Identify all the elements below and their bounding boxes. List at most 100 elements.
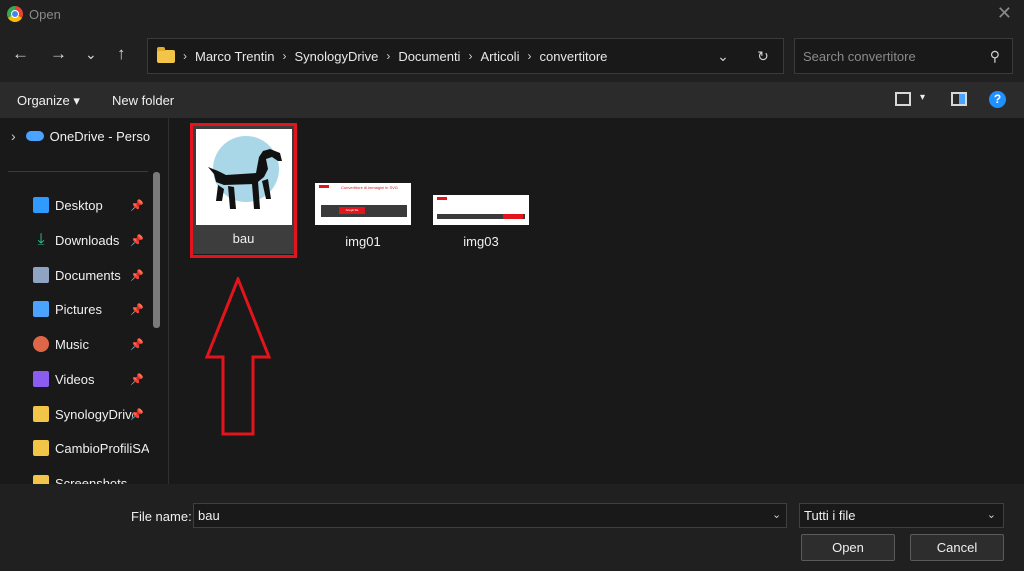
search-box: ⚲ xyxy=(794,38,1013,74)
chrome-icon xyxy=(7,6,23,22)
sidebar-item-label: Documents xyxy=(55,267,121,283)
sidebar-item-label: OneDrive - Perso xyxy=(49,128,151,144)
breadcrumb-separator: › xyxy=(183,49,187,63)
file-name: img01 xyxy=(345,234,381,249)
pin-icon: 📌 xyxy=(130,234,144,247)
thumb-button: Scegli file xyxy=(339,207,365,214)
recent-locations-button[interactable]: ⌄ xyxy=(85,43,97,65)
back-button[interactable]: ← xyxy=(12,43,29,65)
help-icon[interactable]: ? xyxy=(989,91,1006,108)
folder-icon xyxy=(33,406,49,422)
thumb-heading: Convertitore di immagini in SVG xyxy=(341,185,398,190)
sidebar-item-pictures[interactable]: Pictures 📌 xyxy=(0,292,150,326)
sidebar-item-desktop[interactable]: Desktop 📌 xyxy=(0,188,150,222)
pin-icon: 📌 xyxy=(130,408,144,421)
logo-mark xyxy=(437,197,447,200)
download-icon: ⤓ xyxy=(37,231,45,248)
sidebar-item-label: Downloads xyxy=(55,232,120,248)
folder-icon xyxy=(157,46,175,63)
file-name: bau xyxy=(232,231,255,246)
expand-chevron-icon[interactable]: › xyxy=(11,128,16,144)
new-folder-button[interactable]: New folder xyxy=(112,93,174,108)
sidebar-divider xyxy=(8,171,148,172)
breadcrumb-separator: › xyxy=(386,49,391,63)
search-icon[interactable]: ⚲ xyxy=(990,48,1000,65)
open-button[interactable]: Open xyxy=(801,534,895,561)
sidebar-item-label: SynologyDrive xyxy=(55,406,133,422)
file-type-select[interactable]: Tutti i file ⌄ xyxy=(799,503,1004,528)
file-name-label: File name: xyxy=(131,509,192,524)
music-icon xyxy=(33,336,49,352)
breadcrumb-articoli[interactable]: Articoli xyxy=(480,49,519,64)
pin-icon: 📌 xyxy=(130,199,144,212)
organize-button[interactable]: Organize ▾ xyxy=(17,93,80,109)
videos-icon xyxy=(33,371,49,387)
sidebar-item-videos[interactable]: Videos 📌 xyxy=(0,362,150,396)
folder-icon xyxy=(33,475,49,484)
thumb-button xyxy=(503,214,523,219)
pin-icon: 📌 xyxy=(130,373,144,386)
sidebar-item-label: Pictures xyxy=(55,301,102,317)
sidebar-scrollbar[interactable] xyxy=(153,172,160,328)
command-bar: Organize ▾ New folder ▾ ? xyxy=(0,82,1024,118)
file-type-value: Tutti i file xyxy=(804,508,856,523)
sidebar-item-label: Videos xyxy=(55,371,95,387)
sidebar-item-downloads[interactable]: ⤓ Downloads 📌 xyxy=(0,223,150,257)
refresh-icon[interactable]: ↻ xyxy=(743,48,783,65)
up-button[interactable]: ↑ xyxy=(117,43,126,65)
view-dropdown-icon[interactable]: ▾ xyxy=(920,92,925,103)
pin-icon: 📌 xyxy=(130,303,144,316)
folder-icon xyxy=(33,440,49,456)
navigation-pane: › OneDrive - Perso Desktop 📌 ⤓ Downloads… xyxy=(0,118,162,484)
view-options-icon[interactable] xyxy=(895,92,911,106)
search-input[interactable] xyxy=(803,48,983,64)
desktop-icon xyxy=(33,197,49,213)
file-item-bau[interactable]: bau xyxy=(193,126,294,254)
breadcrumb-separator: › xyxy=(468,49,473,63)
file-name-input[interactable] xyxy=(193,503,787,528)
pane-divider xyxy=(168,118,169,484)
sidebar-item-screenshots[interactable]: Screenshots xyxy=(0,466,150,484)
pin-icon: 📌 xyxy=(130,338,144,351)
breadcrumb-documenti[interactable]: Documenti xyxy=(398,49,460,64)
pin-icon: 📌 xyxy=(130,269,144,282)
breadcrumb-convertitore[interactable]: convertitore xyxy=(539,49,607,64)
close-icon[interactable]: ✕ xyxy=(997,4,1012,22)
sidebar-item-label: CambioProfiliSA xyxy=(55,440,149,456)
file-thumbnail xyxy=(433,195,529,225)
sidebar-item-onedrive[interactable]: › OneDrive - Perso xyxy=(0,119,162,153)
file-item-img01[interactable]: Convertitore di immagini in SVG Scegli f… xyxy=(310,183,416,249)
annotation-arrow-icon xyxy=(204,277,272,436)
sidebar-item-cambioprofilisa[interactable]: CambioProfiliSA xyxy=(0,431,150,465)
cloud-icon xyxy=(25,131,44,141)
address-bar[interactable]: › Marco Trentin › SynologyDrive › Docume… xyxy=(147,38,784,74)
window-title: Open xyxy=(29,6,61,22)
sidebar-item-label: Desktop xyxy=(55,197,103,213)
dog-silhouette-icon xyxy=(195,129,292,225)
navigation-bar: ← → ⌄ ↑ › Marco Trentin › SynologyDrive … xyxy=(0,28,1024,82)
breadcrumb-separator: › xyxy=(527,49,532,63)
chevron-down-icon[interactable]: ⌄ xyxy=(772,508,781,521)
breadcrumb-synologydrive[interactable]: SynologyDrive xyxy=(294,49,378,64)
title-bar: Open ✕ xyxy=(0,0,1024,28)
bottom-panel: File name: ⌄ Tutti i file ⌄ Open Cancel xyxy=(0,484,1024,571)
breadcrumb-marco-trentin[interactable]: Marco Trentin xyxy=(195,49,274,64)
file-thumbnail: Convertitore di immagini in SVG Scegli f… xyxy=(315,183,411,225)
sidebar-item-music[interactable]: Music 📌 xyxy=(0,327,150,361)
sidebar-item-label: Music xyxy=(55,336,89,352)
history-dropdown-icon[interactable]: ⌄ xyxy=(703,48,743,65)
file-item-img03[interactable]: img03 xyxy=(428,195,534,249)
cancel-button[interactable]: Cancel xyxy=(910,534,1004,561)
preview-pane-icon[interactable] xyxy=(951,92,967,106)
document-icon xyxy=(33,267,49,283)
breadcrumb-separator: › xyxy=(282,49,287,63)
chevron-down-icon: ⌄ xyxy=(986,509,996,521)
file-thumbnail xyxy=(195,129,292,225)
pictures-icon xyxy=(33,301,49,317)
logo-mark xyxy=(319,185,329,188)
file-name: img03 xyxy=(463,234,499,249)
forward-button[interactable]: → xyxy=(50,43,67,65)
sidebar-item-label: Screenshots xyxy=(55,475,128,485)
sidebar-item-synologydrive[interactable]: SynologyDrive 📌 xyxy=(0,397,150,431)
sidebar-item-documents[interactable]: Documents 📌 xyxy=(0,258,150,292)
